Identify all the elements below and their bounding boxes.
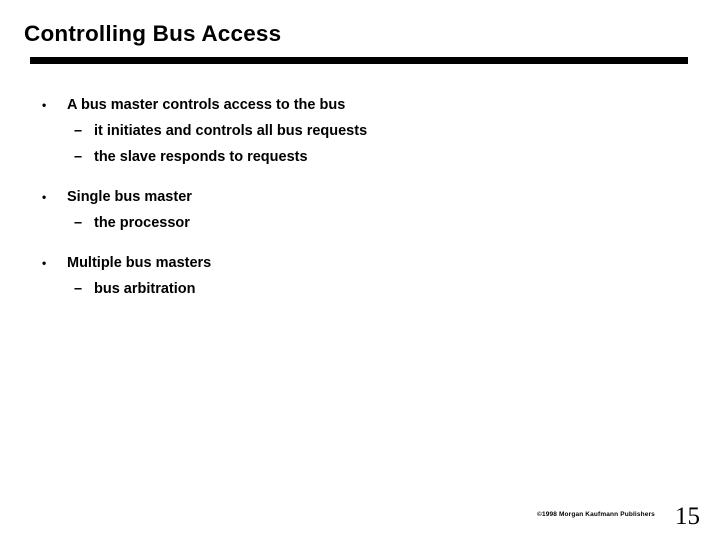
title-divider — [30, 57, 688, 64]
list-item-label: Multiple bus masters — [67, 255, 212, 271]
sub-list-item: – the slave responds to requests — [0, 144, 720, 170]
sub-list-item: – bus arbitration — [0, 276, 720, 302]
copyright-notice: ©1998 Morgan Kaufmann Publishers — [537, 511, 655, 518]
sub-list-item-label: the processor — [94, 215, 190, 231]
bullet-marker-icon: • — [42, 98, 47, 112]
bullet-marker-icon: • — [42, 256, 47, 270]
bullet-group: • A bus master controls access to the bu… — [0, 92, 720, 170]
list-item: • A bus master controls access to the bu… — [0, 92, 720, 118]
sub-list-item-label: bus arbitration — [94, 281, 196, 297]
list-item: • Single bus master — [0, 184, 720, 210]
list-item-label: A bus master controls access to the bus — [67, 97, 346, 113]
page-number: 15 — [675, 503, 700, 530]
page-title: Controlling Bus Access — [24, 21, 282, 46]
dash-marker-icon: – — [74, 149, 83, 165]
dash-marker-icon: – — [74, 123, 83, 139]
sub-list-item: – it initiates and controls all bus requ… — [0, 118, 720, 144]
list-item-label: Single bus master — [67, 189, 192, 205]
slide: Controlling Bus Access • A bus master co… — [0, 0, 720, 540]
dash-marker-icon: – — [74, 281, 83, 297]
sub-list-item: – the processor — [0, 210, 720, 236]
bullet-list: • A bus master controls access to the bu… — [0, 92, 720, 302]
bullet-marker-icon: • — [42, 190, 47, 204]
list-item: • Multiple bus masters — [0, 250, 720, 276]
dash-marker-icon: – — [74, 215, 83, 231]
bullet-group: • Multiple bus masters – bus arbitration — [0, 250, 720, 302]
bullet-group: • Single bus master – the processor — [0, 184, 720, 236]
sub-list-item-label: the slave responds to requests — [94, 149, 308, 165]
sub-list-item-label: it initiates and controls all bus reques… — [94, 123, 368, 139]
